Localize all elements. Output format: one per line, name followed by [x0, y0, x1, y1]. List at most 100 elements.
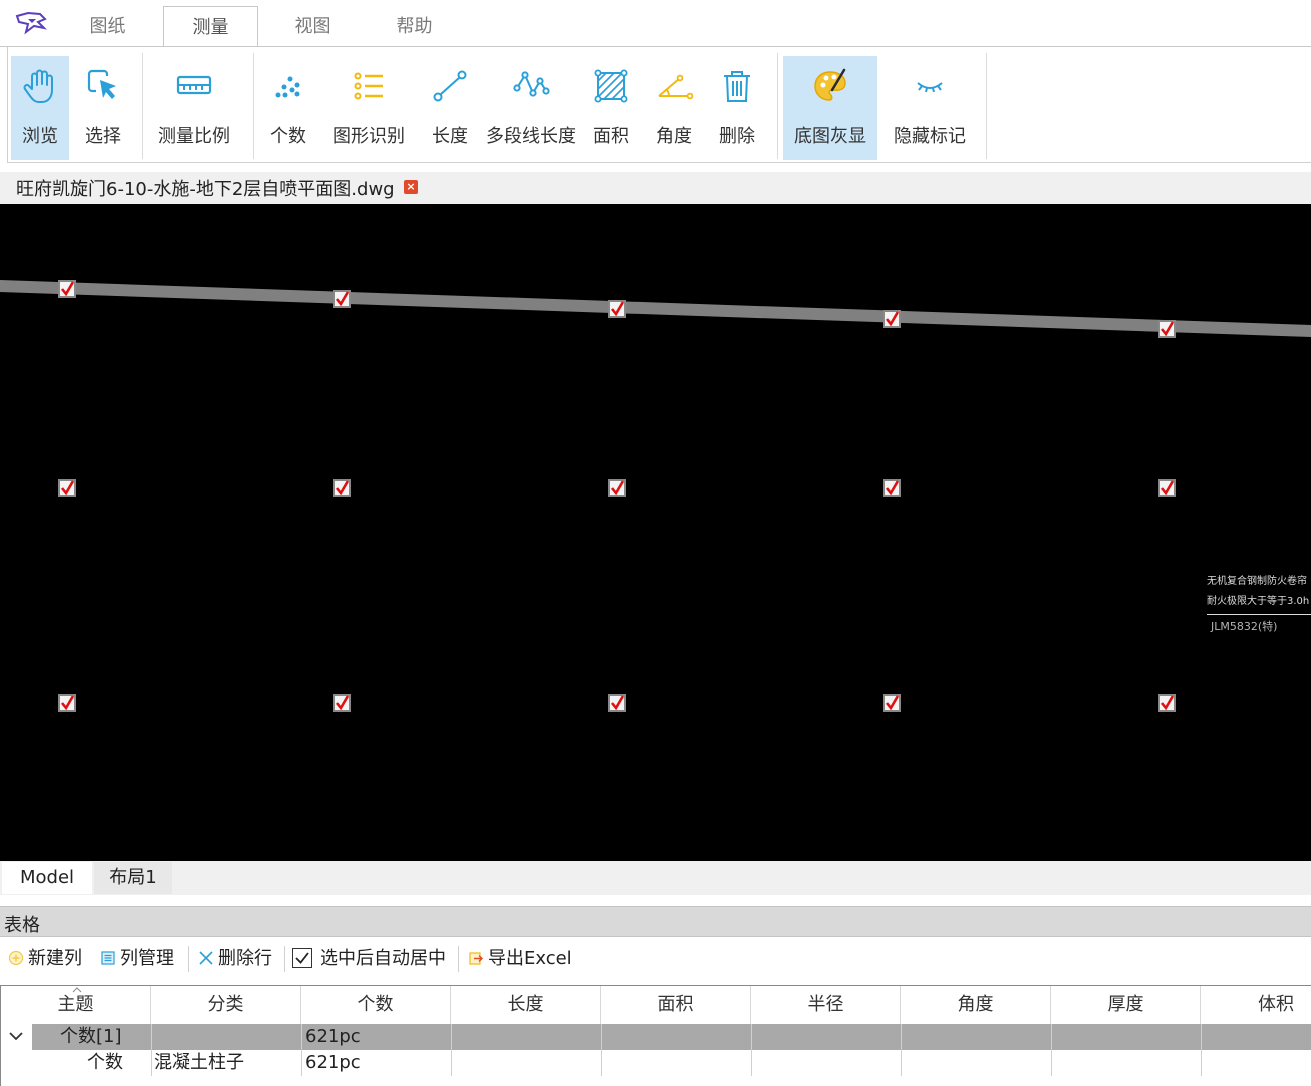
row-subject: 个数 [87, 1052, 123, 1073]
grid-line [451, 1024, 452, 1076]
cad-annotation: 无机复合钢制防火卷帘 耐火极限大于等于3.0h JLM5832(特) [1207, 572, 1311, 637]
column-manage-button[interactable]: 列管理 [100, 946, 174, 972]
gray-base-toggle[interactable]: 底图灰显 [783, 56, 877, 160]
measure-scale-button[interactable]: 测量比例 [152, 56, 236, 160]
new-column-label: 新建列 [28, 948, 82, 969]
table-panel-header: 表格 [0, 906, 1311, 937]
line-segment-icon [433, 70, 467, 102]
column-header-count[interactable]: 个数 [301, 986, 451, 1024]
menu-bar: 图纸 测量 视图 帮助 [0, 0, 1311, 48]
cad-note-line-2: 耐火极限大于等于3.0h [1207, 592, 1311, 615]
table-panel-title: 表格 [4, 915, 40, 936]
table-row[interactable]: 个数 混凝土柱子 621pc [1, 1050, 1311, 1076]
auto-center-checkbox[interactable] [292, 948, 312, 968]
hide-marks-button[interactable]: 隐藏标记 [888, 56, 972, 160]
count-marker-icon[interactable] [58, 280, 76, 298]
menu-tab-measure[interactable]: 测量 [163, 6, 258, 48]
angle-button[interactable]: 角度 [648, 56, 700, 160]
menu-tab-view[interactable]: 视图 [265, 6, 360, 47]
shape-recognition-button[interactable]: 图形识别 [328, 56, 410, 160]
group-row[interactable]: 个数[1] 621pc [32, 1024, 1311, 1050]
count-marker-icon[interactable] [883, 479, 901, 497]
count-marker-icon[interactable] [883, 310, 901, 328]
menu-tab-help[interactable]: 帮助 [367, 6, 462, 47]
chevron-down-icon[interactable] [8, 1030, 24, 1042]
table-toolbar: 新建列 列管理 删除行 选中后自动居中 导出Excel [0, 940, 1311, 978]
column-header-radius[interactable]: 半径 [751, 986, 901, 1024]
count-marker-icon[interactable] [333, 479, 351, 497]
dots-icon [275, 76, 300, 98]
delete-button[interactable]: 删除 [711, 56, 763, 160]
new-column-button[interactable]: 新建列 [8, 946, 82, 972]
add-circle-icon [8, 950, 24, 966]
count-marker-icon[interactable] [608, 694, 626, 712]
auto-center-toggle[interactable]: 选中后自动居中 [292, 946, 446, 972]
gray-base-label: 底图灰显 [794, 126, 866, 147]
hatched-square-icon [594, 69, 628, 103]
browse-button[interactable]: 浏览 [11, 56, 69, 160]
count-marker-icon[interactable] [58, 694, 76, 712]
column-header-length[interactable]: 长度 [451, 986, 601, 1024]
group-row-subject: 个数[1] [60, 1026, 122, 1047]
drawing-canvas[interactable]: 无机复合钢制防火卷帘 耐火极限大于等于3.0h JLM5832(特) [0, 204, 1311, 861]
columns-icon [101, 951, 115, 965]
column-header-category[interactable]: 分类 [151, 986, 301, 1024]
count-marker-icon[interactable] [1158, 479, 1176, 497]
row-count: 621pc [305, 1052, 361, 1073]
ribbon-separator [142, 53, 143, 159]
layout-tab-model[interactable]: Model [2, 862, 92, 894]
closed-eye-icon [917, 82, 943, 93]
column-header-thickness[interactable]: 厚度 [1051, 986, 1201, 1024]
toolbar-separator [458, 946, 459, 972]
menu-tab-drawing[interactable]: 图纸 [60, 6, 155, 47]
count-marker-icon[interactable] [333, 290, 351, 308]
count-marker-icon[interactable] [58, 479, 76, 497]
layout-tab-layout1[interactable]: 布局1 [94, 862, 172, 894]
area-button[interactable]: 面积 [586, 56, 636, 160]
delete-row-label: 删除行 [218, 948, 272, 969]
count-marker-icon[interactable] [608, 300, 626, 318]
ribbon-separator [777, 53, 778, 159]
ribbon-separator [986, 53, 987, 159]
polyline-length-button[interactable]: 多段线长度 [485, 56, 577, 160]
document-tab-title[interactable]: 旺府凯旋门6-10-水施-地下2层自喷平面图.dwg [16, 175, 395, 201]
column-header-angle[interactable]: 角度 [901, 986, 1051, 1024]
delete-row-button[interactable]: 删除行 [198, 946, 272, 972]
ruler-icon [176, 75, 212, 95]
ribbon-separator [253, 53, 254, 159]
ribbon-toolbar: 浏览 选择 测量比例 个数 图形识别 长度 多段线长度 面积 角度 删除 底图灰… [7, 47, 1311, 163]
data-grid[interactable]: 主题 分类 个数 长度 面积 半径 角度 厚度 体积 个数[1] 621pc 个… [0, 985, 1311, 1086]
length-button[interactable]: 长度 [423, 56, 477, 160]
column-header-subject[interactable]: 主题 [1, 986, 151, 1024]
grid-line [601, 1024, 602, 1076]
angle-icon [658, 74, 694, 100]
select-cursor-icon [87, 69, 116, 99]
x-icon [199, 951, 213, 965]
hide-marks-label: 隐藏标记 [894, 126, 966, 147]
polyline-icon [513, 71, 550, 97]
export-excel-label: 导出Excel [488, 948, 572, 969]
column-header-volume[interactable]: 体积 [1201, 986, 1311, 1024]
count-marker-icon[interactable] [333, 694, 351, 712]
column-header-area[interactable]: 面积 [601, 986, 751, 1024]
area-label: 面积 [593, 126, 629, 147]
count-marker-icon[interactable] [608, 479, 626, 497]
grid-line [901, 1024, 902, 1076]
count-label: 个数 [270, 126, 306, 147]
count-marker-icon[interactable] [1158, 694, 1176, 712]
grid-line [1201, 1024, 1202, 1076]
count-marker-icon[interactable] [1158, 320, 1176, 338]
browse-label: 浏览 [22, 126, 58, 147]
row-category: 混凝土柱子 [154, 1052, 244, 1073]
export-icon [469, 952, 483, 965]
select-button[interactable]: 选择 [74, 56, 132, 160]
count-button[interactable]: 个数 [262, 56, 314, 160]
export-excel-button[interactable]: 导出Excel [468, 946, 572, 972]
count-marker-icon[interactable] [883, 694, 901, 712]
toolbar-separator [284, 946, 285, 972]
close-icon[interactable]: × [404, 180, 418, 194]
polyline-length-label: 多段线长度 [486, 126, 576, 147]
auto-center-label: 选中后自动居中 [320, 948, 446, 969]
length-label: 长度 [432, 126, 468, 147]
group-row-count: 621pc [305, 1026, 361, 1047]
